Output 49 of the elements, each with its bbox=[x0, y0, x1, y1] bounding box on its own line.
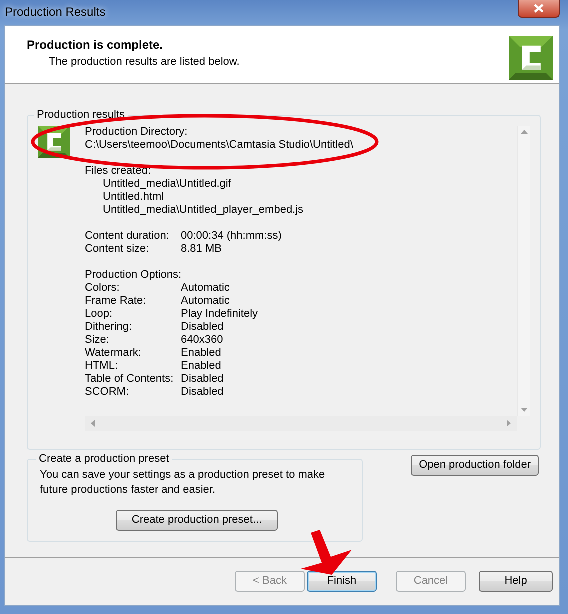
field-value: Enabled bbox=[181, 347, 222, 360]
window-title: Production Results bbox=[5, 4, 106, 21]
field-label: Content duration: bbox=[85, 230, 170, 243]
scroll-left-icon[interactable] bbox=[91, 420, 95, 427]
field-label: Dithering: bbox=[85, 321, 134, 334]
field-label: Content size: bbox=[85, 243, 150, 256]
open-folder-button[interactable]: Open production folder bbox=[411, 455, 539, 476]
dialog-button[interactable]: Help bbox=[479, 571, 553, 592]
field-label: Loop: bbox=[85, 308, 114, 321]
section-label: Production Directory: bbox=[85, 126, 188, 139]
file-name: Untitled_media\Untitled.gif bbox=[102, 178, 232, 191]
create-preset-button[interactable]: Create production preset... bbox=[116, 510, 278, 531]
field-label: SCORM: bbox=[85, 386, 130, 399]
field-value: Disabled bbox=[181, 386, 224, 399]
field-label: Table of Contents: bbox=[85, 373, 175, 386]
field-value: Play Indefinitely bbox=[181, 308, 258, 321]
field-value: Disabled bbox=[181, 373, 224, 386]
header-title: Production is complete. bbox=[27, 37, 164, 54]
camtasia-logo-icon bbox=[509, 36, 553, 80]
horizontal-scrollbar[interactable] bbox=[85, 416, 517, 431]
field-label: Size: bbox=[85, 334, 110, 347]
close-icon bbox=[534, 4, 544, 13]
field-value: Disabled bbox=[181, 321, 224, 334]
directory-path: C:\Users\teemoo\Documents\Camtasia Studio\Untitled\ bbox=[85, 139, 354, 152]
field-label: HTML: bbox=[85, 360, 119, 373]
section-label: Files created: bbox=[85, 165, 152, 178]
close-button[interactable] bbox=[518, 0, 560, 18]
field-value: Automatic bbox=[181, 282, 230, 295]
field-value: Enabled bbox=[181, 360, 222, 373]
file-name: Untitled_media\Untitled_player_embed.js bbox=[102, 204, 304, 217]
preset-description: You can save your settings as a production preset to make future productions faster and easier. bbox=[40, 468, 326, 498]
vertical-scrollbar[interactable] bbox=[517, 126, 530, 416]
section-label: Production Options: bbox=[85, 269, 182, 282]
annotation-arrow bbox=[301, 530, 352, 575]
scroll-down-icon[interactable] bbox=[520, 408, 528, 412]
field-value: 640x360 bbox=[181, 334, 224, 347]
field-label: Watermark: bbox=[85, 347, 142, 360]
scroll-up-icon[interactable] bbox=[520, 130, 528, 134]
scroll-right-icon[interactable] bbox=[507, 420, 511, 427]
field-label: Frame Rate: bbox=[85, 295, 148, 308]
file-name: Untitled.html bbox=[102, 191, 164, 204]
group-label: Production results bbox=[36, 108, 126, 122]
field-value: 8.81 MB bbox=[181, 243, 222, 256]
field-value: 00:00:34 (hh:mm:ss) bbox=[181, 230, 282, 243]
field-label: Colors: bbox=[85, 282, 121, 295]
field-value: Automatic bbox=[181, 295, 230, 308]
dialog-button[interactable]: Finish bbox=[307, 571, 377, 592]
header-subtitle: The production results are listed below. bbox=[48, 55, 240, 70]
group-label: Create a production preset bbox=[38, 452, 170, 466]
